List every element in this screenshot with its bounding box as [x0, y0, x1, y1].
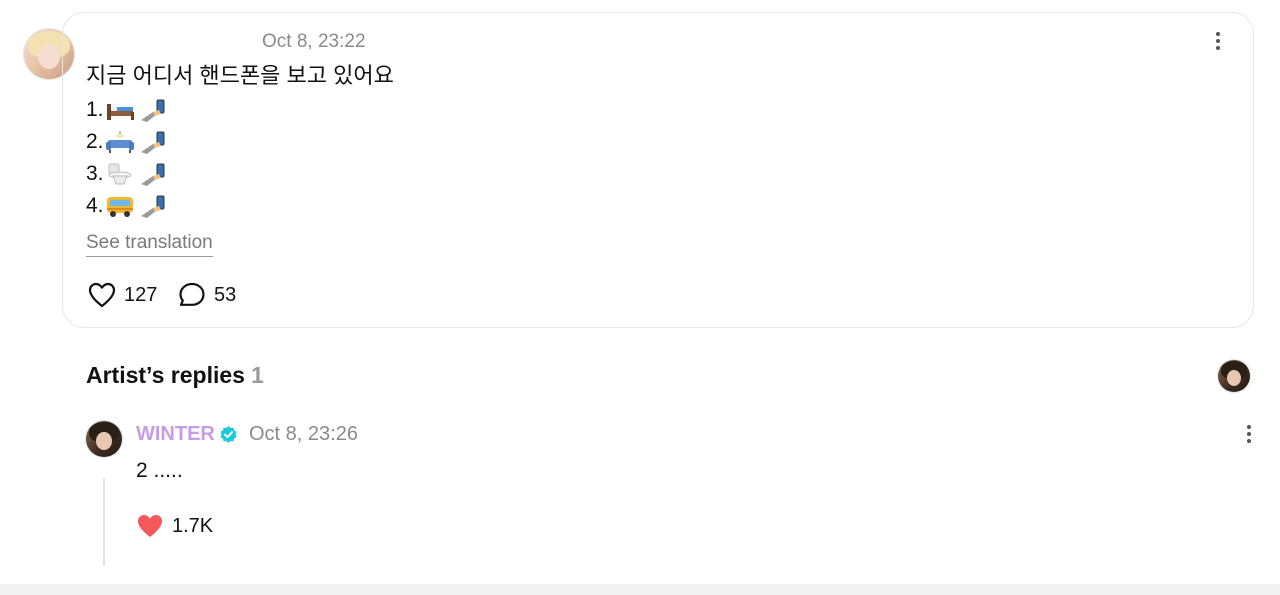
- artist-replies-heading: Artist’s replies 1: [86, 362, 264, 389]
- speech-bubble-icon: [179, 282, 205, 306]
- verified-badge-icon: [220, 425, 237, 444]
- toilet-icon: [108, 163, 132, 185]
- reply-timestamp: Oct 8, 23:26: [249, 423, 358, 445]
- post-comment-button[interactable]: 53: [178, 282, 236, 308]
- couch-icon: [105, 131, 134, 153]
- reply-text: 2 .....: [136, 459, 183, 482]
- bottom-divider: [0, 584, 1280, 595]
- artist-replies-count: 1: [250, 362, 264, 388]
- bed-icon: [106, 104, 134, 120]
- reply-thread-line: [103, 478, 105, 566]
- reply-more-options-icon[interactable]: [1246, 425, 1252, 447]
- reply-author-name: WINTER: [136, 423, 215, 445]
- post-option-3: 3.: [86, 159, 173, 189]
- option-number: 2.: [86, 130, 104, 153]
- heart-icon: [88, 282, 116, 308]
- reply-like-button[interactable]: 1.7K: [136, 513, 213, 539]
- hand-holding-phone-icon: [140, 131, 165, 154]
- see-translation-link[interactable]: See translation: [86, 232, 213, 257]
- hand-holding-phone-icon: [140, 99, 165, 122]
- post-text: 지금 어디서 핸드폰을 보고 있어요: [86, 63, 394, 88]
- option-number: 3.: [86, 162, 104, 185]
- post-more-options-icon[interactable]: [1215, 32, 1221, 54]
- post-option-2: 2.: [86, 127, 173, 157]
- reply-author-avatar[interactable]: [86, 421, 122, 457]
- reply-like-count: 1.7K: [172, 514, 214, 537]
- reply-author[interactable]: WINTER: [136, 423, 238, 446]
- hand-holding-phone-icon: [140, 163, 165, 186]
- post-option-1: 1.: [86, 95, 173, 125]
- post-timestamp: Oct 8, 23:22: [262, 31, 366, 52]
- option-number: 4.: [86, 194, 104, 217]
- hand-holding-phone-icon: [140, 195, 165, 218]
- artist-replies-title: Artist’s replies: [86, 362, 245, 388]
- post-like-count: 127: [124, 283, 158, 306]
- post-option-4: 4.: [86, 191, 173, 221]
- post-comment-count: 53: [214, 283, 237, 306]
- post-card: [62, 12, 1254, 328]
- post-like-button[interactable]: 127: [88, 282, 157, 308]
- option-number: 1.: [86, 98, 104, 121]
- filled-heart-icon: [138, 515, 162, 537]
- bus-icon: [106, 197, 133, 217]
- artist-avatar-shortcut[interactable]: [1218, 360, 1250, 392]
